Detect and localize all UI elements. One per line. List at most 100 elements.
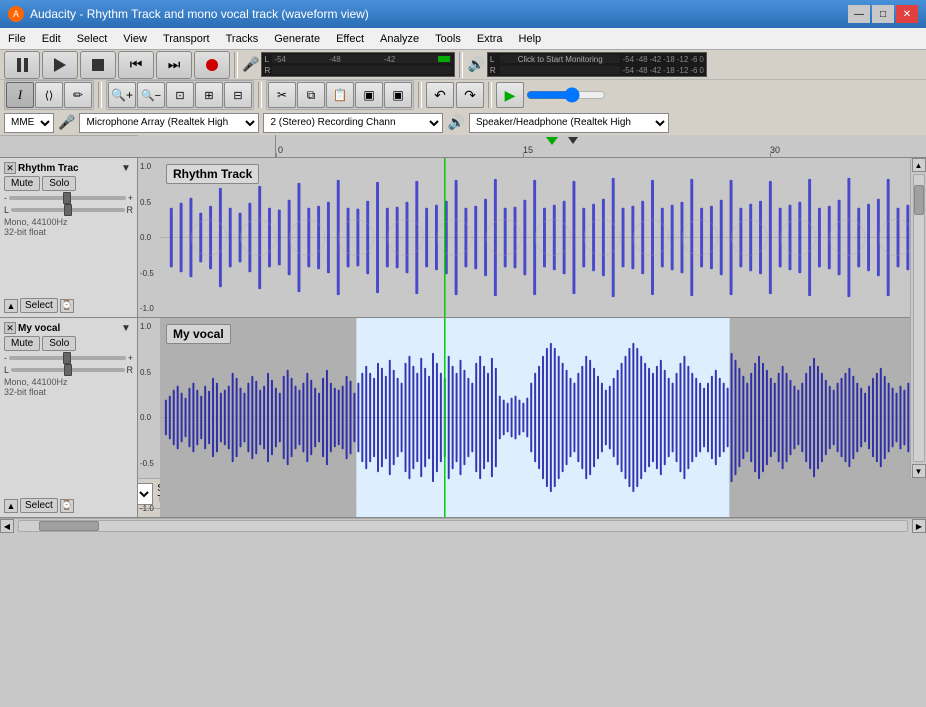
- vocal-track-close[interactable]: ✕: [4, 322, 16, 334]
- vocal-mute-button[interactable]: Mute: [4, 336, 40, 351]
- vscroll-thumb[interactable]: [914, 185, 924, 215]
- menu-item-analyze[interactable]: Analyze: [372, 28, 427, 50]
- menu-item-tools[interactable]: Tools: [427, 28, 469, 50]
- play-button[interactable]: [42, 51, 78, 79]
- redo-button[interactable]: ↷: [456, 82, 484, 108]
- click-to-monitor-text[interactable]: Click to Start Monitoring: [518, 55, 603, 64]
- vscroll-up-arrow[interactable]: ▲: [912, 158, 926, 172]
- zoom-sel-button[interactable]: ⊡: [166, 82, 194, 108]
- speed-slider[interactable]: [526, 87, 606, 103]
- scroll-thumb[interactable]: [39, 521, 99, 531]
- paste-button[interactable]: 📋: [326, 82, 354, 108]
- undo-button[interactable]: ↶: [426, 82, 454, 108]
- skip-forward-button[interactable]: ⏭: [156, 51, 192, 79]
- play-at-speed-button[interactable]: ▶: [496, 82, 524, 108]
- selection-start-marker[interactable]: [568, 137, 578, 144]
- undo-sep: [488, 82, 492, 108]
- vocal-format: Mono, 44100Hz 32-bit float: [4, 377, 133, 397]
- menu-item-file[interactable]: File: [0, 28, 34, 50]
- rhythm-track-label: Rhythm Track: [166, 164, 259, 184]
- record-button[interactable]: [194, 51, 230, 79]
- vocal-gain-slider[interactable]: [9, 356, 126, 360]
- vocal-solo-button[interactable]: Solo: [42, 336, 76, 351]
- menu-item-help[interactable]: Help: [511, 28, 550, 50]
- menu-item-select[interactable]: Select: [69, 28, 116, 50]
- skip-back-button[interactable]: ⏮: [118, 51, 154, 79]
- mic-device-select[interactable]: Microphone Array (Realtek High: [79, 113, 259, 133]
- menu-item-generate[interactable]: Generate: [266, 28, 328, 50]
- vscroll-down-arrow[interactable]: ▼: [912, 464, 926, 478]
- mic-icon: 🎤: [242, 56, 259, 73]
- rhythm-select-button[interactable]: Select: [20, 298, 58, 313]
- vocal-pan-thumb[interactable]: [64, 364, 72, 376]
- minimize-button[interactable]: —: [848, 5, 870, 23]
- vocal-collapse-button[interactable]: ▲: [4, 499, 18, 513]
- vocal-track-header: ✕ My vocal ▼: [4, 322, 133, 334]
- zoom-sel-icon: ⊡: [175, 89, 184, 102]
- copy-button[interactable]: ⧉: [297, 82, 325, 108]
- timeline-track-area[interactable]: 0 15 30: [276, 135, 926, 157]
- toolbar-separator: [234, 52, 238, 78]
- zoom-out-button[interactable]: 🔍−: [137, 82, 165, 108]
- select-tool-button[interactable]: I: [6, 82, 34, 108]
- silence-button[interactable]: ▣: [384, 82, 412, 108]
- rhythm-waveform-area[interactable]: 1.0 0.5 0.0 -0.5 -1.0 Rhythm Track: [138, 158, 926, 317]
- rhythm-format: Mono, 44100Hz 32-bit float: [4, 217, 133, 237]
- vocal-track: ✕ My vocal ▼ Mute Solo - +: [0, 318, 926, 518]
- maximize-button[interactable]: □: [872, 5, 894, 23]
- scroll-right-arrow[interactable]: ▶: [912, 519, 926, 533]
- tools-group: I ⟨⟩ ✏: [4, 80, 94, 110]
- rhythm-mute-button[interactable]: Mute: [4, 176, 40, 191]
- zoom-in-button[interactable]: 🔍+: [108, 82, 136, 108]
- rhythm-pan-thumb[interactable]: [64, 204, 72, 216]
- record-icon: [206, 59, 218, 71]
- menu-item-extra[interactable]: Extra: [469, 28, 511, 50]
- menu-item-tracks[interactable]: Tracks: [218, 28, 267, 50]
- rhythm-solo-button[interactable]: Solo: [42, 176, 76, 191]
- vocal-track-label: My vocal: [166, 324, 231, 344]
- input-meter: 🎤 L -54-48-42 R: [242, 52, 455, 77]
- menu-item-edit[interactable]: Edit: [34, 28, 69, 50]
- rhythm-pan-right: R: [127, 205, 134, 215]
- trim-icon: ▣: [363, 88, 374, 102]
- menu-item-effect[interactable]: Effect: [328, 28, 372, 50]
- close-button[interactable]: ✕: [896, 5, 918, 23]
- vocal-pan-slider[interactable]: [11, 368, 124, 372]
- host-select[interactable]: MME: [4, 113, 54, 133]
- vocal-select-button[interactable]: Select: [20, 498, 58, 513]
- tools-sep: [98, 82, 102, 108]
- envelope-tool-button[interactable]: ⟨⟩: [35, 82, 63, 108]
- trim-button[interactable]: ▣: [355, 82, 383, 108]
- scroll-left-arrow[interactable]: ◀: [0, 519, 14, 533]
- rhythm-track-menu[interactable]: ▼: [121, 163, 133, 174]
- rhythm-gain-thumb[interactable]: [63, 192, 71, 204]
- stop-button[interactable]: [80, 51, 116, 79]
- window-controls: — □ ✕: [848, 5, 918, 23]
- zoom-fit-button[interactable]: ⊞: [195, 82, 223, 108]
- speaker-device-select[interactable]: Speaker/Headphone (Realtek High: [469, 113, 669, 133]
- cut-button[interactable]: ✂: [268, 82, 296, 108]
- menu-item-view[interactable]: View: [115, 28, 155, 50]
- vscroll-track[interactable]: [913, 174, 925, 462]
- menu-item-transport[interactable]: Transport: [155, 28, 218, 50]
- vocal-waveform-area[interactable]: 1.0 0.5 0.0 -0.5 -1.0 My vocal: [138, 318, 926, 517]
- vocal-track-menu[interactable]: ▼: [121, 323, 133, 334]
- draw-tool-button[interactable]: ✏: [64, 82, 92, 108]
- pause-button[interactable]: [4, 51, 40, 79]
- vocal-gain-row: - +: [4, 353, 133, 363]
- ruler-tick-0: [276, 153, 277, 157]
- rhythm-collapse-button[interactable]: ▲: [4, 299, 18, 313]
- rhythm-time-icon[interactable]: ⌚: [60, 299, 74, 313]
- rhythm-track-close[interactable]: ✕: [4, 162, 16, 174]
- scroll-track[interactable]: [18, 520, 908, 532]
- vocal-time-icon[interactable]: ⌚: [60, 499, 74, 513]
- ruler-mark-15: 15: [523, 145, 533, 155]
- rhythm-pan-slider[interactable]: [11, 208, 124, 212]
- ruler-mark-30: 30: [770, 145, 780, 155]
- vocal-gain-thumb[interactable]: [63, 352, 71, 364]
- device-bar: MME 🎤 Microphone Array (Realtek High 2 (…: [0, 110, 926, 136]
- rhythm-gain-slider[interactable]: [9, 196, 126, 200]
- zoom-sep: [258, 82, 262, 108]
- zoom-toggle-button[interactable]: ⊟: [224, 82, 252, 108]
- channels-select[interactable]: 2 (Stereo) Recording Chann: [263, 113, 443, 133]
